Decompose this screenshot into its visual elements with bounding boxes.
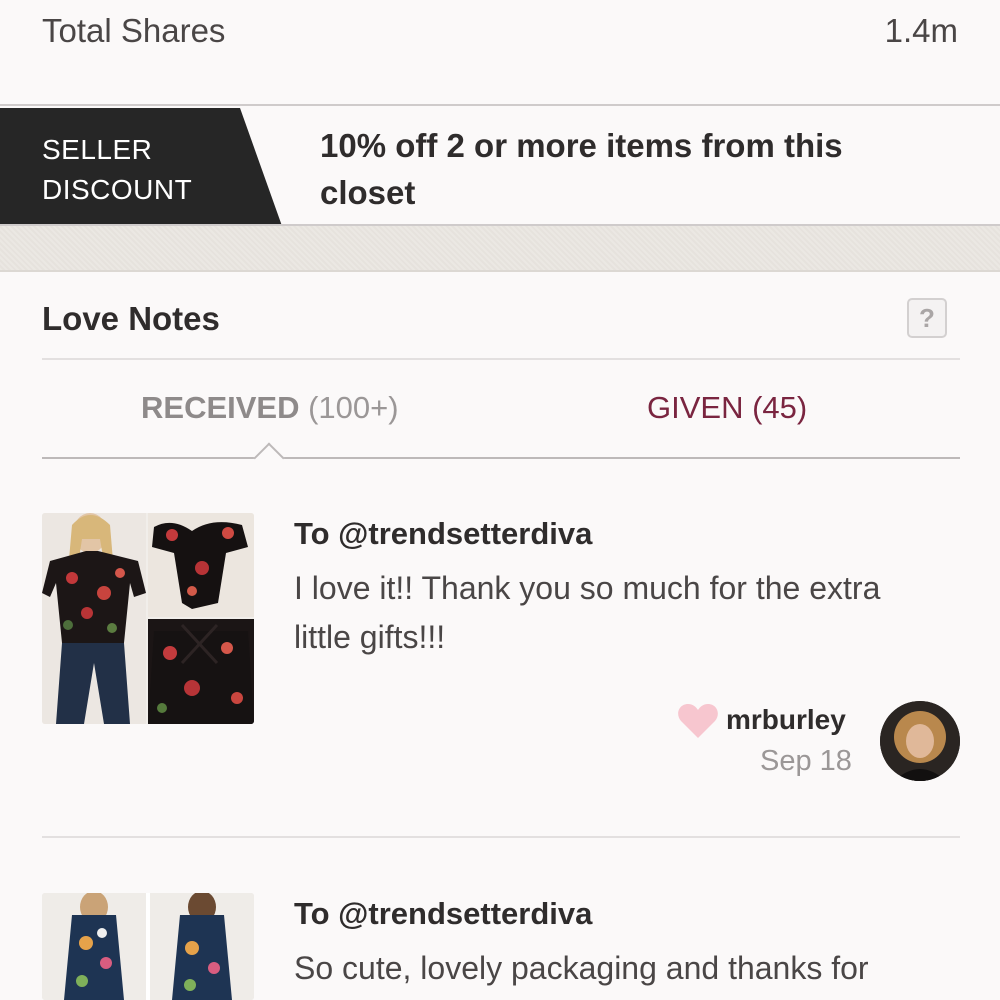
seller-discount-tag-line2: DISCOUNT (42, 174, 193, 205)
note-listing-thumbnail[interactable] (42, 893, 254, 1000)
note-message: So cute, lovely packaging and thanks for (294, 950, 869, 986)
note-listing-thumbnail[interactable] (42, 513, 254, 724)
active-tab-caret-icon (253, 442, 285, 474)
note-sender[interactable]: mrburley (726, 704, 846, 736)
heart-icon (678, 704, 718, 738)
total-shares-value: 1.4m (884, 12, 958, 49)
love-notes-title: Love Notes (42, 300, 220, 337)
tab-given[interactable]: GIVEN (45) (647, 390, 807, 426)
seller-discount-tag-line1: SELLER (42, 134, 153, 165)
avatar[interactable] (880, 701, 960, 781)
seller-discount-text: 10% off 2 or more items from this closet (320, 127, 843, 211)
note-recipient[interactable]: To @trendsetterdiva (294, 896, 592, 932)
section-separator (0, 226, 1000, 272)
tab-received-count: (100+) (308, 390, 399, 425)
tab-received-label: RECEIVED (141, 390, 300, 425)
note-date: Sep 18 (760, 745, 852, 777)
total-shares-label: Total Shares (42, 12, 226, 49)
note-message: I love it!! Thank you so much for the ex… (294, 570, 881, 655)
tabs-divider (42, 457, 960, 459)
listing-photo (42, 513, 254, 724)
tab-received[interactable]: RECEIVED (100+) (141, 390, 399, 426)
divider (42, 358, 960, 360)
divider (42, 836, 960, 838)
avatar-photo (880, 701, 960, 781)
listing-photo (42, 893, 254, 1000)
question-icon[interactable]: ? (907, 298, 947, 338)
seller-discount-tag-text: SELLER DISCOUNT (42, 130, 192, 210)
note-recipient[interactable]: To @trendsetterdiva (294, 516, 592, 552)
